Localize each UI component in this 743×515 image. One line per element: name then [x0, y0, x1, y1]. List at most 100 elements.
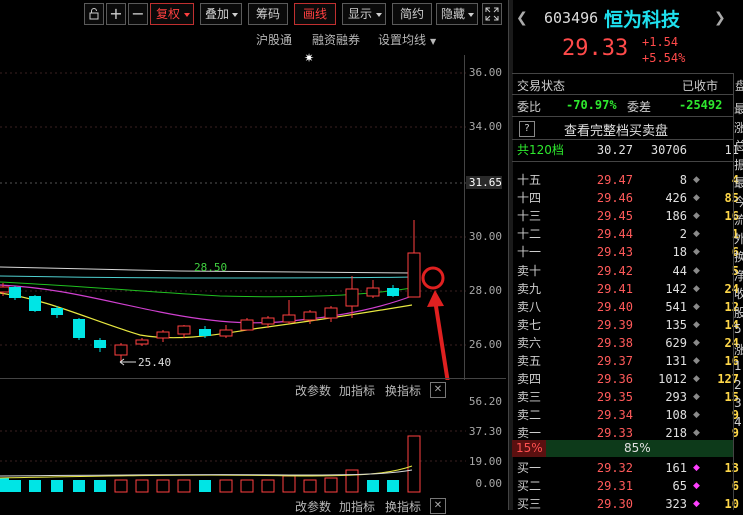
- ask-row[interactable]: 卖九 29.41 142 ◆ 24: [515, 280, 739, 298]
- draw-line-button[interactable]: 画线: [294, 3, 336, 25]
- side-char: 涨: [734, 342, 743, 357]
- volume-bar: [9, 480, 21, 492]
- level-volume: 131: [665, 354, 687, 368]
- volume-bar: [367, 480, 379, 492]
- side-char: 2: [734, 377, 742, 392]
- volume-bar: [156, 479, 170, 493]
- candle-body: [94, 340, 106, 348]
- ma-settings-link[interactable]: 设置均线 ▼: [378, 31, 436, 48]
- level-volume: 541: [665, 299, 687, 314]
- side-char: 流: [734, 213, 743, 227]
- zoom-out-icon[interactable]: −: [128, 3, 148, 25]
- ask-row[interactable]: 十二 29.44 2 ◆ 1: [515, 225, 739, 243]
- book-header-vol: 30706: [650, 143, 687, 157]
- overlay-button[interactable]: 叠加: [200, 3, 242, 25]
- ask-row[interactable]: 卖四 29.36 1012 ◆ 127: [515, 370, 739, 388]
- volume-chart[interactable]: [0, 398, 466, 494]
- lock-icon[interactable]: [84, 3, 104, 25]
- hgt-link[interactable]: 沪股通: [256, 31, 292, 48]
- full-book-link[interactable]: 查看完整档买卖盘: [564, 120, 668, 139]
- candle-body: [114, 344, 128, 356]
- display-button[interactable]: 显示: [342, 3, 386, 25]
- ma-settings-label: 设置均线: [378, 33, 427, 47]
- volume-bar: [199, 480, 211, 492]
- ask-row[interactable]: 十四 29.46 426 ◆ 85: [515, 189, 739, 207]
- hide-button[interactable]: 隐藏: [436, 3, 478, 25]
- edit-params-link[interactable]: 改参数: [295, 498, 331, 515]
- level-price: 29.40: [596, 299, 633, 314]
- zoom-in-icon[interactable]: +: [106, 3, 126, 25]
- volume-bar: [177, 479, 191, 493]
- level-label: 十四: [517, 191, 542, 206]
- level-volume: 293: [665, 390, 687, 405]
- level-volume: 108: [665, 408, 687, 423]
- ask-row[interactable]: 十五 29.47 8 ◆ 4: [515, 171, 739, 189]
- close-icon[interactable]: ✕: [430, 382, 446, 398]
- bid-row[interactable]: 买一 29.32 161 ◆ 13: [515, 459, 739, 477]
- side-char: 股: [734, 305, 743, 320]
- candle-body: [0, 286, 10, 293]
- simple-button[interactable]: 简约: [392, 3, 432, 25]
- side-char: 换: [734, 250, 743, 264]
- margin-link[interactable]: 融资融券: [312, 31, 360, 48]
- level-label: 买三: [517, 497, 542, 512]
- side-char: 外: [734, 231, 743, 246]
- volume-bar: [219, 479, 233, 493]
- stock-name: 恒为科技: [604, 9, 681, 31]
- candle-body: [303, 311, 317, 321]
- ask-row[interactable]: 卖五 29.37 131 ◆ 16: [515, 352, 739, 370]
- axis-label: 36.00: [468, 66, 502, 79]
- volume-bar: [114, 479, 128, 493]
- chips-button[interactable]: 筹码: [248, 3, 288, 25]
- chevron-down-icon: ▼: [430, 37, 437, 46]
- candle-body: [282, 314, 296, 323]
- close-icon[interactable]: ✕: [430, 498, 446, 514]
- volume-bar: [29, 480, 41, 492]
- candle-body: [387, 288, 399, 296]
- help-icon[interactable]: ?: [519, 121, 535, 137]
- level-volume: 142: [665, 281, 687, 296]
- hr: [512, 94, 734, 95]
- level-price: 29.30: [596, 497, 633, 512]
- ratio-value: -70.97%: [566, 98, 617, 112]
- vol-axis-label: 0.00: [475, 477, 503, 490]
- ask-row[interactable]: 十三 29.45 186 ◆ 16: [515, 207, 739, 225]
- level-price: 29.43: [596, 245, 633, 260]
- prev-icon[interactable]: ❮: [516, 10, 528, 26]
- ask-row[interactable]: 卖六 29.38 629 ◆ 24: [515, 334, 739, 352]
- ask-row[interactable]: 卖三 29.35 293 ◆ 15: [515, 388, 739, 406]
- ask-row[interactable]: 卖七 29.39 135 ◆ 14: [515, 316, 739, 334]
- candle-body: [240, 319, 254, 331]
- add-indicator-link[interactable]: 加指标: [339, 382, 375, 399]
- last-price: 29.33: [562, 36, 629, 61]
- edit-params-link[interactable]: 改参数: [295, 382, 331, 399]
- fuquan-button[interactable]: 复权: [150, 3, 194, 25]
- ask-row[interactable]: 卖二 29.34 108 ◆ 9: [515, 406, 739, 424]
- candlestick-chart[interactable]: 28.50 25.40: [0, 55, 466, 380]
- level-label: 卖六: [517, 335, 542, 350]
- panel-divider: [508, 0, 513, 510]
- ask-row[interactable]: 卖八 29.40 541 ◆ 12: [515, 298, 739, 316]
- candle-body: [261, 317, 275, 325]
- switch-indicator-link[interactable]: 换指标: [385, 382, 421, 399]
- level-price: 29.35: [596, 390, 633, 405]
- side-char: 总: [734, 139, 743, 153]
- add-indicator-link[interactable]: 加指标: [339, 498, 375, 515]
- ma-line-cyan: [0, 275, 413, 279]
- ask-row[interactable]: 卖十 29.42 44 ◆ 5: [515, 262, 739, 280]
- price-change-pct: +5.54%: [642, 51, 686, 65]
- bid-row[interactable]: 买二 29.31 65 ◆ 6: [515, 477, 739, 495]
- side-char: 4: [734, 414, 742, 429]
- expand-icon[interactable]: [482, 3, 502, 25]
- side-char: 涨: [734, 120, 743, 135]
- side-tab[interactable]: 盘: [735, 77, 743, 94]
- candle-body: [345, 288, 359, 307]
- balance-right: 85%: [624, 441, 651, 455]
- switch-indicator-link[interactable]: 换指标: [385, 498, 421, 515]
- axis-label: 34.00: [468, 120, 502, 133]
- ask-row[interactable]: 十一 29.43 18 ◆ 6: [515, 243, 739, 261]
- level-volume: 1012: [658, 372, 687, 387]
- bid-row[interactable]: 买三 29.30 323 ◆ 10: [515, 495, 739, 513]
- next-icon[interactable]: ❯: [714, 10, 726, 26]
- side-char: 最: [734, 102, 743, 116]
